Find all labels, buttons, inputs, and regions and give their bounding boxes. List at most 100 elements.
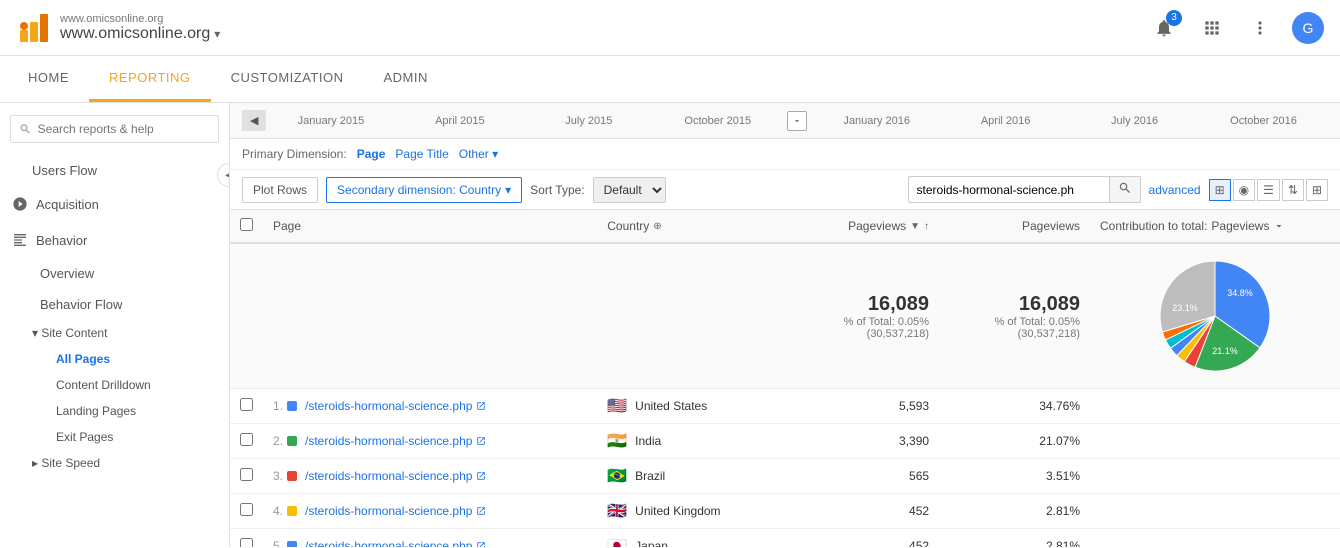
row-country-cell: 🇧🇷 Brazil [597, 459, 788, 494]
table-row: 3. /steroids-hormonal-science.php 🇧🇷 Bra… [230, 459, 1340, 494]
dots-icon [1250, 18, 1270, 38]
sidebar-item-overview[interactable]: Overview [0, 258, 229, 289]
dimension-label: Primary Dimension: [242, 147, 347, 161]
header-left: www.omicsonline.org www.omicsonline.org … [16, 10, 220, 46]
timeline-label-3: October 2015 [653, 115, 782, 127]
row-country-cell: 🇺🇸 United States [597, 389, 788, 424]
select-all-checkbox[interactable] [240, 218, 253, 231]
timeline-label-4: January 2016 [812, 115, 941, 127]
nav-tabs: HOME REPORTING CUSTOMIZATION ADMIN [0, 56, 1340, 103]
sidebar-item-behavior[interactable]: Behavior [0, 222, 229, 258]
row-page-link[interactable]: /steroids-hormonal-science.php [305, 469, 472, 483]
view-grid-button[interactable]: ⊞ [1209, 179, 1231, 201]
tab-admin[interactable]: ADMIN [363, 56, 447, 102]
view-sort-button[interactable]: ⇅ [1282, 179, 1304, 201]
timeline-label-7: October 2016 [1199, 115, 1328, 127]
row-checkbox[interactable] [240, 503, 253, 516]
search-input[interactable] [38, 122, 210, 136]
advanced-link[interactable]: advanced [1149, 183, 1201, 197]
tab-customization[interactable]: CUSTOMIZATION [211, 56, 364, 102]
svg-text:23.1%: 23.1% [1172, 303, 1198, 313]
svg-text:21.1%: 21.1% [1212, 346, 1238, 356]
ga-logo-icon [16, 10, 52, 46]
row-checkbox[interactable] [240, 398, 253, 411]
sort-type-select[interactable]: Default [593, 177, 666, 203]
sidebar-item-acquisition[interactable]: Acquisition [0, 186, 229, 222]
row-page-link[interactable]: /steroids-hormonal-science.php [305, 539, 472, 547]
row-page-link[interactable]: /steroids-hormonal-science.php [305, 399, 472, 413]
header-right: 3 G [1148, 12, 1324, 44]
row-pageviews2-cell: 34.76% [939, 389, 1090, 424]
view-pivot-button[interactable]: ⊞ [1306, 179, 1328, 201]
search-field-button[interactable] [1109, 177, 1140, 202]
row-country-cell: 🇮🇳 India [597, 424, 788, 459]
timeline-left-arrow[interactable]: ◀ [242, 110, 266, 131]
site-dropdown-arrow-icon: ▾ [214, 27, 220, 41]
row-country-cell: 🇬🇧 United Kingdom [597, 494, 788, 529]
sidebar: ◀ Users Flow Acquisition Behavior [0, 103, 230, 547]
view-list-button[interactable]: ☰ [1257, 179, 1280, 201]
th-pageviews: Pageviews ▼ ↑ [788, 210, 939, 243]
summary-pageviews-cell: 16,089 % of Total: 0.05% (30,537,218) [788, 243, 939, 389]
sidebar-item-users-flow[interactable]: Users Flow [0, 155, 229, 186]
row-checkbox[interactable] [240, 468, 253, 481]
row-contribution-cell [1090, 424, 1340, 459]
sidebar-item-landing-pages[interactable]: Landing Pages [0, 398, 229, 424]
tab-reporting[interactable]: REPORTING [89, 56, 211, 102]
tab-home[interactable]: HOME [8, 56, 89, 102]
country-flag: 🇧🇷 [607, 466, 627, 486]
data-table: Page Country ⊕ Pageviews ▼ ↑ [230, 210, 1340, 547]
search-field-input[interactable] [909, 179, 1109, 201]
timeline-range-btn[interactable] [787, 111, 807, 131]
more-options-button[interactable] [1244, 12, 1276, 44]
row-pageviews2-cell: 2.81% [939, 529, 1090, 548]
row-checkbox-cell [230, 424, 263, 459]
secondary-dimension-button[interactable]: Secondary dimension: Country ▾ [326, 177, 522, 203]
sidebar-item-site-content[interactable]: ▾ Site Content [0, 320, 229, 346]
timeline-label-2: July 2015 [524, 115, 653, 127]
plot-rows-button[interactable]: Plot Rows [242, 177, 318, 203]
th-pageviews2-sort[interactable]: Pageviews [949, 219, 1080, 233]
th-country-sort[interactable]: Country ⊕ [607, 219, 778, 233]
user-avatar[interactable]: G [1292, 12, 1324, 44]
sidebar-item-exit-pages[interactable]: Exit Pages [0, 424, 229, 450]
pie-chart: 34.8% 23.1% 21.1% 34.8% 23.1% 21.1% [1100, 251, 1330, 381]
country-sort-icon: ⊕ [653, 221, 661, 232]
dim-page-link[interactable]: Page [357, 147, 386, 161]
row-checkbox-cell [230, 529, 263, 548]
row-checkbox[interactable] [240, 538, 253, 547]
row-page-link[interactable]: /steroids-hormonal-science.php [305, 434, 472, 448]
sidebar-item-content-drilldown[interactable]: Content Drilldown [0, 372, 229, 398]
sidebar-item-all-pages[interactable]: All Pages [0, 346, 229, 372]
th-page-sort[interactable]: Page [273, 219, 587, 233]
sidebar-item-site-speed[interactable]: ▸ Site Speed [0, 450, 229, 476]
row-page-link[interactable]: /steroids-hormonal-science.php [305, 504, 472, 518]
table-header-row: Page Country ⊕ Pageviews ▼ ↑ [230, 210, 1340, 243]
summary-country-cell [597, 243, 788, 389]
row-color-dot [287, 436, 297, 446]
th-pageviews-sort[interactable]: Pageviews ▼ ↑ [798, 219, 929, 233]
row-page-cell: 4. /steroids-hormonal-science.php [263, 494, 597, 529]
site-url-main-btn[interactable]: www.omicsonline.org ▾ [60, 25, 220, 43]
view-icons: ⊞ ◉ ☰ ⇅ ⊞ [1209, 179, 1328, 201]
row-number: 1. [273, 399, 283, 413]
row-checkbox[interactable] [240, 433, 253, 446]
range-icon [792, 116, 802, 126]
pie-chart-svg: 34.8% 23.1% 21.1% [1150, 251, 1280, 381]
summary-contribution-cell: 34.8% 23.1% 21.1% 34.8% 23.1% 21.1% [1090, 243, 1340, 389]
dim-other-dropdown[interactable]: Other ▾ [459, 147, 498, 161]
table-row: 5. /steroids-hormonal-science.php 🇯🇵 Jap… [230, 529, 1340, 548]
dim-page-title-link[interactable]: Page Title [395, 147, 448, 161]
view-pie-button[interactable]: ◉ [1233, 179, 1255, 201]
row-pageviews2-cell: 2.81% [939, 494, 1090, 529]
sidebar-item-behavior-flow[interactable]: Behavior Flow [0, 289, 229, 320]
row-checkbox-cell [230, 389, 263, 424]
row-page-cell: 2. /steroids-hormonal-science.php [263, 424, 597, 459]
th-pageviews2: Pageviews [939, 210, 1090, 243]
th-checkbox [230, 210, 263, 243]
notification-button[interactable]: 3 [1148, 12, 1180, 44]
search-box[interactable] [10, 115, 219, 143]
apps-button[interactable] [1196, 12, 1228, 44]
contribution-dropdown-icon[interactable] [1273, 220, 1285, 232]
svg-text:34.8%: 34.8% [1227, 288, 1253, 298]
